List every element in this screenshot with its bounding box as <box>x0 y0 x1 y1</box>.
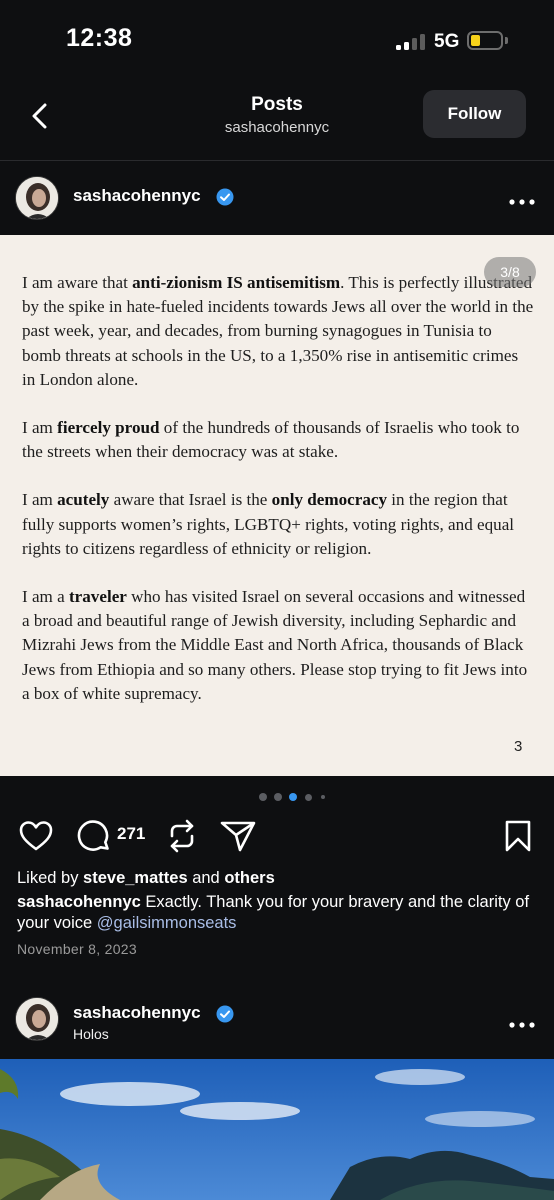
post-header: sashacohennyc Holos <box>0 995 554 1055</box>
slide-counter: 3/8 <box>484 257 536 287</box>
caption-username[interactable]: sashacohennyc <box>17 893 141 911</box>
slide-paragraph: I am aware that anti-zionism IS antisemi… <box>22 271 534 392</box>
top-navigation: Posts sashacohennyc Follow <box>0 84 554 160</box>
carousel-dot <box>259 793 267 801</box>
carousel-dot <box>274 793 282 801</box>
liked-by-others[interactable]: others <box>224 869 274 887</box>
slide-run: I am <box>22 418 58 438</box>
post-header: sashacohennyc <box>0 176 554 236</box>
post-caption: sashacohennyc Exactly. Thank you for you… <box>17 892 541 934</box>
network-type: 5G <box>434 31 460 52</box>
post-date: November 8, 2023 <box>17 941 137 957</box>
more-options-icon[interactable] <box>507 1017 537 1028</box>
verified-badge-icon <box>216 1005 234 1023</box>
slide-run: I am aware that <box>22 273 133 292</box>
liked-by-and: and <box>187 869 225 887</box>
caption-mention[interactable]: @gailsimmonseats <box>97 914 237 932</box>
slide-paragraph: I am acutely aware that Israel is the on… <box>22 488 534 561</box>
battery-cap <box>505 37 508 44</box>
share-send-icon[interactable] <box>220 820 256 857</box>
status-bar: 12:38 5G <box>0 0 554 84</box>
carousel-dot <box>304 793 312 801</box>
status-time: 12:38 <box>66 24 133 52</box>
post-photo[interactable] <box>0 1059 554 1200</box>
liked-by-user[interactable]: steve_mattes <box>83 869 188 887</box>
liked-by[interactable]: Liked by steve_mattes and others <box>17 869 275 888</box>
battery-icon <box>467 31 503 50</box>
slide-run: aware that Israel is the <box>109 490 272 510</box>
slide-text: I am aware that anti-zionism IS antisemi… <box>22 271 534 730</box>
slide-run: I am <box>22 490 58 510</box>
comment-count: 271 <box>117 824 146 843</box>
more-options-icon[interactable] <box>507 194 537 205</box>
liked-by-prefix: Liked by <box>17 869 84 887</box>
carousel-indicator <box>0 793 554 801</box>
divider <box>0 160 554 161</box>
save-bookmark-icon[interactable] <box>505 820 531 857</box>
action-bar: 271 <box>0 815 554 857</box>
slide-paragraph: I am fiercely proud of the hundreds of t… <box>22 416 534 464</box>
comment-icon[interactable] <box>77 819 111 858</box>
avatar[interactable] <box>15 997 59 1041</box>
repost-icon[interactable] <box>166 819 198 858</box>
avatar[interactable] <box>15 176 59 220</box>
post-image-slide[interactable]: I am aware that anti-zionism IS antisemi… <box>0 235 554 776</box>
post-username[interactable]: sashacohennyc <box>73 186 201 206</box>
slide-emphasis: fiercely proud <box>57 418 160 438</box>
signal-strength-icon <box>396 34 426 50</box>
slide-paragraph: I am a traveler who has visited Israel o… <box>22 585 534 706</box>
slide-emphasis: anti-zionism IS antisemitism <box>132 273 341 292</box>
slide-emphasis: only democracy <box>271 490 388 510</box>
post-location[interactable]: Holos <box>73 1026 109 1042</box>
like-heart-icon[interactable] <box>19 820 53 857</box>
carousel-dot <box>321 795 325 799</box>
verified-badge-icon <box>216 188 234 206</box>
post-username[interactable]: sashacohennyc <box>73 1003 201 1023</box>
slide-emphasis: acutely <box>57 490 110 510</box>
slide-emphasis: traveler <box>68 587 127 607</box>
slide-page-number: 3 <box>514 738 523 755</box>
carousel-dot <box>289 793 297 801</box>
follow-button[interactable]: Follow <box>423 90 526 138</box>
slide-run: I am a <box>22 587 69 607</box>
